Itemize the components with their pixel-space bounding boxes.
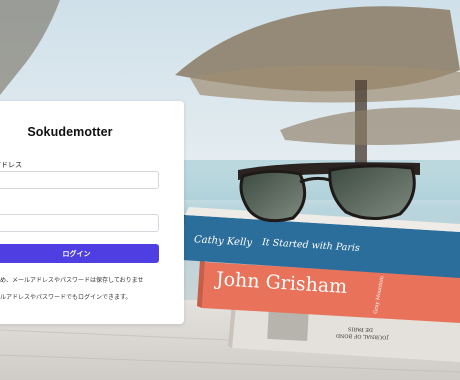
book-bottom-line-2: DE PARIS xyxy=(347,325,374,333)
email-field[interactable] xyxy=(0,171,159,189)
app-title: Sokudemotter xyxy=(27,125,113,139)
login-card: Sokudemotter アドレス ド ログイン ため、メールアドレスやパスワー… xyxy=(0,101,184,324)
login-button[interactable]: ログイン xyxy=(0,244,159,263)
password-label: ド xyxy=(0,199,1,209)
login-note: ールアドレスやパスワードでもログインできます。 xyxy=(0,294,132,301)
password-field[interactable] xyxy=(0,214,159,232)
privacy-note: ため、メールアドレスやパスワードは保存しておりませ xyxy=(0,277,144,284)
email-label: アドレス xyxy=(0,161,22,169)
